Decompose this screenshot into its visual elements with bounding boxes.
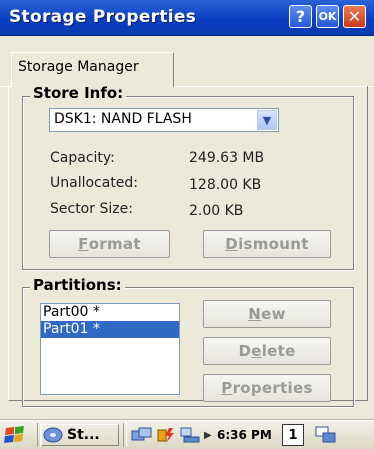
task-label: St... [67, 427, 100, 443]
sector-size-label: Sector Size: [50, 201, 133, 217]
delete-button[interactable]: De lete [203, 337, 331, 365]
close-button[interactable]: ✕ [343, 5, 366, 28]
store-info-heading: Store Info: [30, 84, 127, 102]
dismount-button[interactable]: Dismount [203, 230, 331, 258]
unallocated-value: 128.00 KB [189, 177, 262, 193]
store-select[interactable]: DSK1: NAND FLASH ▼ [49, 108, 279, 132]
list-item-part01[interactable]: Part01 * [41, 321, 179, 338]
capacity-label: Capacity: [50, 150, 115, 166]
properties-button[interactable]: Properties [203, 374, 331, 402]
store-select-value: DSK1: NAND FLASH [54, 111, 192, 127]
list-item-part00[interactable]: Part00 * [41, 304, 179, 321]
connection-icon[interactable] [130, 424, 156, 446]
help-button[interactable]: ? [289, 5, 312, 28]
sector-size-value: 2.00 KB [189, 203, 244, 219]
window-title: Storage Properties [9, 7, 197, 27]
start-button[interactable] [3, 424, 33, 446]
clock: 6:36 PM [217, 428, 272, 442]
disk-icon [43, 427, 63, 443]
unallocated-label: Unallocated: [50, 175, 139, 191]
usb-connection-icon[interactable] [178, 424, 204, 446]
chevron-down-icon[interactable]: ▼ [257, 110, 277, 130]
partitions-list[interactable]: Part00 * Part01 * [40, 303, 180, 395]
input-panel-indicator[interactable]: 1 [282, 424, 304, 446]
tab-storage-manager[interactable]: Storage Manager [11, 52, 174, 87]
taskbar-separator [123, 423, 127, 447]
capacity-value: 249.63 MB [189, 150, 265, 166]
desktop-icon[interactable] [314, 424, 342, 446]
windows-flag-icon [4, 426, 24, 443]
new-button[interactable]: New [203, 300, 331, 328]
partitions-heading: Partitions: [30, 276, 125, 294]
task-storage-properties[interactable]: St... [41, 424, 119, 446]
title-bar: Storage Properties ? OK ✕ [0, 0, 374, 36]
ok-button[interactable]: OK [316, 5, 339, 28]
power-icon[interactable] [156, 424, 178, 446]
format-button[interactable]: Format [49, 230, 170, 258]
expand-arrow-icon[interactable]: ▶ [204, 424, 214, 446]
taskbar: St... ▶ 6:36 PM 1 [0, 420, 374, 449]
